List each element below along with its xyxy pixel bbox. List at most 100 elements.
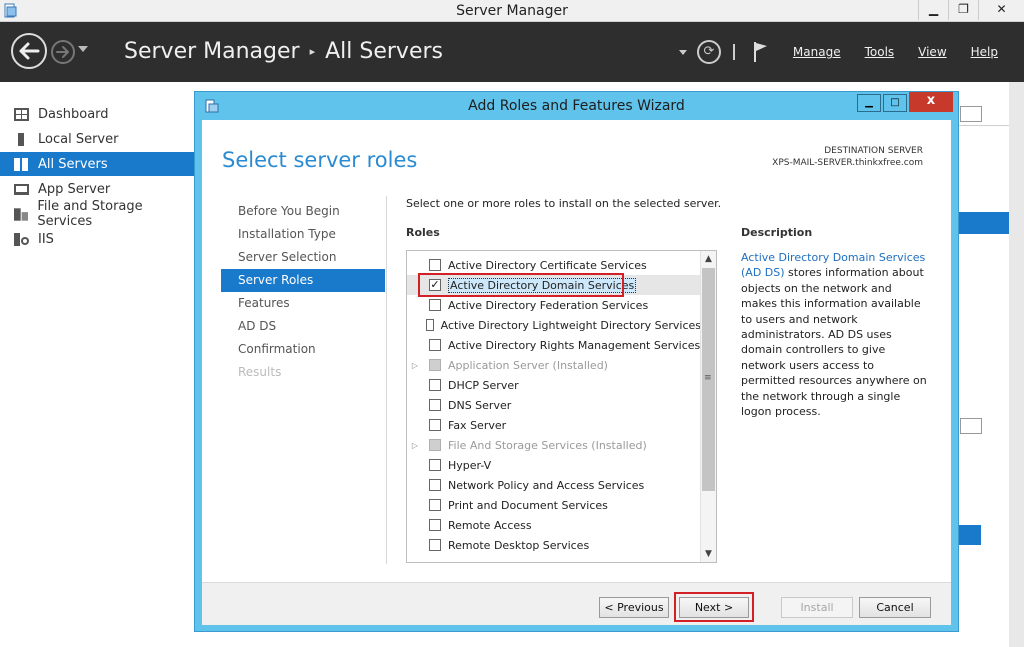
role-item[interactable]: Fax Server xyxy=(407,415,701,435)
roles-scrollbar[interactable]: ▲ ≡ ▼ xyxy=(700,251,716,562)
restore-button[interactable]: ❐ xyxy=(948,0,978,20)
destination-server-info: DESTINATION SERVER XPS-MAIL-SERVER.think… xyxy=(772,145,923,169)
step-installation-type[interactable]: Installation Type xyxy=(221,223,385,246)
breadcrumb-root[interactable]: Server Manager xyxy=(124,39,300,64)
sidebar-item-label: Local Server xyxy=(38,131,119,147)
sidebar-item-iis[interactable]: IIS xyxy=(0,227,194,251)
wizard-minimize-button[interactable]: ▁ xyxy=(857,94,881,112)
wizard-close-button[interactable]: x xyxy=(909,92,953,112)
scroll-grip-icon: ≡ xyxy=(704,373,712,383)
add-roles-wizard-dialog: Add Roles and Features Wizard ▁ □ x Sele… xyxy=(194,91,959,632)
role-checkbox[interactable] xyxy=(429,459,441,471)
role-checkbox[interactable] xyxy=(429,539,441,551)
scroll-down-icon[interactable]: ▼ xyxy=(701,546,716,562)
forward-button[interactable] xyxy=(51,40,75,64)
background-selected-row xyxy=(959,212,1009,234)
iis-icon xyxy=(14,232,29,246)
background-dropdown[interactable] xyxy=(960,418,982,434)
step-server-selection[interactable]: Server Selection xyxy=(221,246,385,269)
wizard-title: Add Roles and Features Wizard xyxy=(468,98,685,114)
sidebar: Dashboard Local Server All Servers App S… xyxy=(0,82,194,647)
description-heading: Description xyxy=(741,226,813,239)
sidebar-item-all-servers[interactable]: All Servers xyxy=(0,152,194,176)
background-scrollbar[interactable] xyxy=(1009,82,1024,647)
steps-divider xyxy=(386,196,387,564)
wizard-maximize-button[interactable]: □ xyxy=(883,94,907,112)
destination-server: XPS-MAIL-SERVER.thinkxfree.com xyxy=(772,158,923,168)
role-item[interactable]: Active Directory Rights Management Servi… xyxy=(407,335,701,355)
role-item[interactable]: Remote Desktop Services xyxy=(407,535,701,555)
history-dropdown-icon[interactable] xyxy=(78,46,88,52)
page-title: Select server roles xyxy=(222,148,418,172)
background-dropdown[interactable] xyxy=(960,106,982,122)
roles-list[interactable]: Active Directory Certificate Services ✓ Ac… xyxy=(406,250,717,563)
role-item[interactable]: Print and Document Services xyxy=(407,495,701,515)
role-checkbox[interactable] xyxy=(429,299,441,311)
role-label: Fax Server xyxy=(448,418,507,432)
role-checkbox[interactable] xyxy=(429,419,441,431)
cancel-button[interactable]: Cancel xyxy=(859,597,931,618)
servers-icon xyxy=(14,157,28,171)
sidebar-item-app-server[interactable]: App Server xyxy=(0,177,194,201)
back-button[interactable] xyxy=(11,33,47,69)
role-label: DHCP Server xyxy=(448,378,519,392)
menu-tools[interactable]: Tools xyxy=(865,45,895,59)
role-checkbox[interactable] xyxy=(425,319,434,331)
instruction-text: Select one or more roles to install on t… xyxy=(406,197,722,210)
scroll-up-icon[interactable]: ▲ xyxy=(701,251,716,267)
sidebar-item-dashboard[interactable]: Dashboard xyxy=(0,102,194,126)
role-item[interactable]: Network Policy and Access Services xyxy=(407,475,701,495)
app-server-icon xyxy=(14,183,29,195)
role-item[interactable]: DHCP Server xyxy=(407,375,701,395)
role-checkbox[interactable] xyxy=(429,479,441,491)
role-item[interactable]: Active Directory Federation Services xyxy=(407,295,701,315)
install-button: Install xyxy=(781,597,853,618)
step-server-roles[interactable]: Server Roles xyxy=(221,269,385,292)
background-selected-row xyxy=(959,525,981,545)
role-checkbox[interactable] xyxy=(429,519,441,531)
role-checkbox xyxy=(429,439,441,451)
notifications-dropdown-icon[interactable] xyxy=(678,49,687,55)
step-features[interactable]: Features xyxy=(221,292,385,315)
role-checkbox[interactable] xyxy=(429,259,441,271)
step-before-you-begin[interactable]: Before You Begin xyxy=(221,200,385,223)
sidebar-item-local-server[interactable]: Local Server xyxy=(0,127,194,151)
role-item[interactable]: ▷ File And Storage Services (Installed) xyxy=(407,435,701,455)
wizard-title-bar: Add Roles and Features Wizard ▁ □ x xyxy=(195,92,958,120)
menu-help[interactable]: Help xyxy=(971,45,998,59)
role-checkbox[interactable] xyxy=(429,499,441,511)
step-confirmation[interactable]: Confirmation xyxy=(221,338,385,361)
role-item[interactable]: Active Directory Certificate Services xyxy=(407,255,701,275)
wizard-steps-nav: Before You Begin Installation Type Serve… xyxy=(221,200,385,384)
sidebar-item-label: App Server xyxy=(38,181,111,197)
expand-arrow-icon[interactable]: ▷ xyxy=(411,441,419,450)
previous-button[interactable]: < Previous xyxy=(599,597,669,618)
role-item[interactable]: Hyper-V xyxy=(407,455,701,475)
selection-highlight-annotation xyxy=(418,273,624,297)
refresh-icon[interactable]: ⟳ xyxy=(696,40,721,64)
role-item[interactable]: DNS Server xyxy=(407,395,701,415)
role-item[interactable]: Remote Access xyxy=(407,515,701,535)
role-checkbox[interactable] xyxy=(429,399,441,411)
role-item[interactable]: Active Directory Lightweight Directory S… xyxy=(407,315,701,335)
dashboard-icon xyxy=(14,107,29,121)
role-label: Active Directory Lightweight Directory S… xyxy=(440,318,701,332)
sidebar-item-file-storage[interactable]: File and Storage Services xyxy=(0,199,194,229)
role-item[interactable]: ▷ Application Server (Installed) xyxy=(407,355,701,375)
step-ad-ds[interactable]: AD DS xyxy=(221,315,385,338)
role-checkbox[interactable] xyxy=(429,379,441,391)
close-button[interactable]: ✕ xyxy=(978,0,1024,20)
role-label: File And Storage Services (Installed) xyxy=(448,438,647,452)
menu-view[interactable]: View xyxy=(918,45,946,59)
expand-arrow-icon[interactable]: ▷ xyxy=(411,361,419,370)
notifications-flag-icon[interactable] xyxy=(753,41,769,63)
role-checkbox[interactable] xyxy=(429,339,441,351)
back-arrow-icon xyxy=(19,42,40,60)
next-highlight-annotation xyxy=(674,592,754,622)
sidebar-item-label: IIS xyxy=(38,231,54,247)
role-label: Hyper-V xyxy=(448,458,492,472)
minimize-button[interactable]: ▁ xyxy=(918,0,948,20)
menu-manage[interactable]: Manage xyxy=(793,45,841,59)
role-label: Active Directory Rights Management Servi… xyxy=(448,338,701,352)
role-description: Active Directory Domain Services (AD DS)… xyxy=(741,250,931,419)
